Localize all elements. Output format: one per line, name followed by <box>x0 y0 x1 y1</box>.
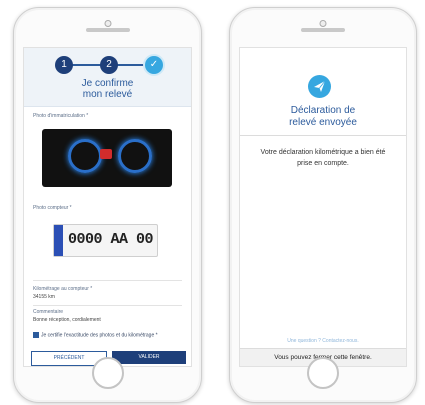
validate-button[interactable]: VALIDER <box>112 351 186 364</box>
page-title-line1: Je confirme <box>81 78 134 89</box>
declaration-sent-screen: Déclaration de relevé envoyée Votre décl… <box>239 47 407 367</box>
phone-frame-left: 1 2 ✓ Je confirme mon relevé Photo d'imm… <box>13 7 202 403</box>
certify-row[interactable]: Je certifie l'exactitude des photos et d… <box>33 332 158 338</box>
step-3-checkmark-icon: ✓ <box>145 56 163 74</box>
speaker-grille <box>301 28 345 32</box>
phone-frame-right: Déclaration de relevé envoyée Votre décl… <box>229 7 417 403</box>
warning-light <box>100 149 112 159</box>
eu-band-icon <box>54 225 63 256</box>
home-button[interactable] <box>307 357 339 389</box>
confirmation-message: Votre déclaration kilométrique a bien ét… <box>254 147 392 169</box>
meter-photo-label: Photo compteur * <box>33 205 72 211</box>
step-2: 2 <box>100 56 118 74</box>
certify-checkbox[interactable] <box>33 332 39 338</box>
speedometer-gauge <box>68 139 102 173</box>
plate-number: 0000 AA 00 <box>68 231 154 248</box>
page-title-line2: mon relevé <box>82 89 133 100</box>
confirm-reading-screen: 1 2 ✓ Je confirme mon relevé Photo d'imm… <box>23 47 192 367</box>
confirmation-title: Déclaration de relevé envoyée <box>240 105 406 129</box>
speaker-grille <box>85 28 130 32</box>
mileage-label: Kilométrage au compteur * <box>33 286 93 292</box>
certify-text: Je certifie l'exactitude des photos et d… <box>41 332 158 339</box>
divider <box>33 280 182 281</box>
contact-link[interactable]: Une question ? Contactez-nous. <box>240 338 406 344</box>
step-1: 1 <box>55 56 73 74</box>
confirmation-message-line2: prise en compte. <box>297 160 349 167</box>
registration-photo-label: Photo d'immatriculation * <box>33 113 89 119</box>
confirmation-message-line1: Votre déclaration kilométrique a bien ét… <box>260 149 386 156</box>
paper-plane-icon <box>308 75 331 98</box>
progress-stepper: 1 2 ✓ <box>24 56 191 74</box>
tachometer-gauge <box>118 139 152 173</box>
confirm-header: 1 2 ✓ Je confirme mon relevé <box>24 48 191 107</box>
confirmation-title-line2: relevé envoyée <box>289 117 357 128</box>
dashboard-photo[interactable] <box>42 129 172 187</box>
page-title: Je confirme mon relevé <box>24 78 191 100</box>
confirmation-title-line1: Déclaration de <box>290 105 356 116</box>
divider <box>240 135 406 136</box>
home-button[interactable] <box>91 357 124 389</box>
license-plate-photo[interactable]: 0000 AA 00 <box>53 224 158 257</box>
front-camera <box>319 20 327 27</box>
comment-value[interactable]: Bonne réception, cordialement <box>33 317 101 323</box>
divider <box>33 305 182 306</box>
mileage-value[interactable]: 34155 km <box>33 294 55 300</box>
comment-label: Commentaire <box>33 309 64 315</box>
front-camera <box>104 20 111 27</box>
